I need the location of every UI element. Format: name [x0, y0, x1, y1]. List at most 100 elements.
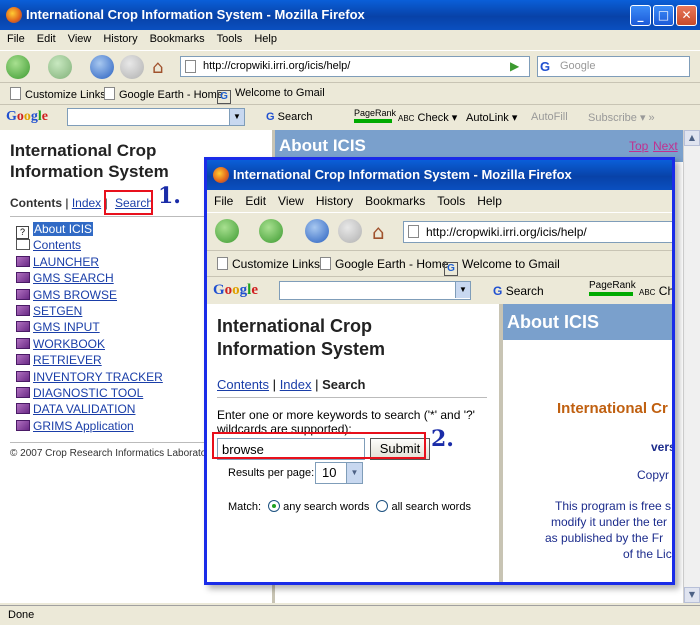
menu-help[interactable]: Help [247, 30, 282, 45]
outer-google-search-input[interactable]: ▼ [67, 108, 245, 126]
autofill-button[interactable]: AutoFill [531, 111, 568, 123]
inner-url-bar[interactable]: http://cropwiki.irri.org/icis/help/ [403, 221, 672, 243]
forward-icon[interactable] [259, 219, 283, 243]
home-icon[interactable]: ⌂ [372, 220, 385, 244]
tree-item-gms-search[interactable]: GMS SEARCH [16, 271, 163, 287]
menu-view[interactable]: View [271, 190, 309, 208]
google-search-button[interactable]: G Search [266, 111, 312, 123]
spell-check-button[interactable]: ABC Check ▾ [398, 111, 457, 124]
tree-item-retriever[interactable]: RETRIEVER [16, 353, 163, 369]
next-link[interactable]: Next [653, 139, 678, 153]
google-logo[interactable]: Google [213, 282, 258, 299]
spell-check-button[interactable]: ABC Check [639, 284, 672, 298]
status-text: Done [8, 609, 35, 621]
google-logo[interactable]: Google [6, 109, 48, 125]
back-icon[interactable] [6, 55, 30, 79]
tree-item-data-validation[interactable]: DATA VALIDATION [16, 402, 163, 418]
back-icon[interactable] [215, 219, 239, 243]
inner-google-search-input[interactable]: ▼ [279, 281, 471, 300]
menu-view[interactable]: View [61, 30, 97, 45]
inner-bookmarks-bar: Customize Links Google Earth - Home G Wel… [207, 250, 672, 276]
nav-index-link[interactable]: Index [72, 196, 101, 210]
menu-file[interactable]: File [207, 190, 238, 208]
inner-menu-bar: File Edit View History Bookmarks Tools Help [207, 190, 672, 212]
outer-url-bar[interactable]: http://cropwiki.irri.org/icis/help/ [180, 56, 530, 77]
match-label: Match: [228, 501, 262, 513]
bookmark-customize-links[interactable]: Customize Links [217, 257, 320, 271]
menu-tools[interactable]: Tools [430, 190, 470, 208]
bookmark-google-earth[interactable]: Google Earth - Home [320, 257, 448, 271]
reload-icon[interactable] [305, 219, 329, 243]
inner-right-para2: modify it under the ter [551, 515, 668, 529]
nav-separator: | [65, 196, 69, 210]
nav-separator: | [315, 377, 319, 392]
tree-item-launcher[interactable]: LAUNCHER [16, 255, 163, 271]
nav-contents[interactable]: Contents [10, 196, 62, 210]
tree-item-inventory-tracker[interactable]: INVENTORY TRACKER [16, 370, 163, 386]
reload-icon[interactable] [90, 55, 114, 79]
match-all-radio[interactable] [376, 500, 389, 512]
menu-file[interactable]: File [0, 30, 30, 45]
maximize-button[interactable]: □ [653, 5, 674, 26]
stop-icon[interactable] [338, 219, 362, 243]
book-icon [16, 419, 30, 431]
menu-history[interactable]: History [96, 30, 142, 45]
chevron-down-icon[interactable]: ▼ [229, 109, 244, 125]
menu-history[interactable]: History [309, 190, 358, 208]
inner-left-title-line1: International Crop [217, 316, 373, 336]
autolink-button[interactable]: AutoLink ▾ [466, 111, 517, 124]
tree-item-gms-browse[interactable]: GMS BROWSE [16, 288, 163, 304]
tree-item-contents[interactable]: Contents [16, 238, 163, 254]
pagerank-indicator: PageRank [354, 108, 396, 123]
nav-index-link[interactable]: Index [280, 377, 312, 392]
bookmark-customize-links[interactable]: Customize Links [10, 87, 106, 101]
bookmark-google-earth[interactable]: Google Earth - Home [104, 87, 223, 101]
book-icon [16, 288, 30, 300]
tree-item-setgen[interactable]: SETGEN [16, 304, 163, 320]
menu-tools[interactable]: Tools [210, 30, 248, 45]
tree-item-about-icis[interactable]: ? About ICIS [16, 222, 163, 239]
match-any-radio[interactable] [268, 500, 281, 512]
subscribe-button[interactable]: Subscribe ▾ » [588, 111, 655, 124]
book-icon [16, 370, 30, 382]
google-search-button[interactable]: G Search [493, 284, 544, 298]
scroll-down-icon[interactable]: ▼ [684, 587, 700, 603]
chevron-down-icon[interactable]: ▼ [455, 282, 470, 298]
go-icon[interactable]: ▶ [510, 59, 519, 73]
inner-right-header: About ICIS [503, 304, 672, 340]
results-per-page-value: 10 [322, 465, 337, 480]
tree-item-gms-input[interactable]: GMS INPUT [16, 320, 163, 336]
minimize-button[interactable]: _ [630, 5, 651, 26]
outer-search-box[interactable]: G Google [537, 56, 690, 77]
chevron-down-icon[interactable]: ▼ [346, 463, 362, 483]
pagerank-indicator: PageRank [589, 280, 636, 296]
menu-bookmarks[interactable]: Bookmarks [143, 30, 210, 45]
nav-separator: | [272, 377, 277, 392]
book-icon [16, 354, 30, 366]
menu-edit[interactable]: Edit [30, 30, 61, 45]
page-icon [217, 257, 228, 270]
status-bar: Done [0, 605, 700, 625]
bookmark-gmail[interactable]: G Welcome to Gmail [217, 87, 325, 104]
tree-item-diagnostic-tool[interactable]: DIAGNOSTIC TOOL [16, 386, 163, 402]
nav-search-current: Search [322, 377, 366, 392]
forward-icon[interactable] [48, 55, 72, 79]
results-per-page-select[interactable]: 10 ▼ [315, 462, 363, 484]
outer-scrollbar[interactable]: ▲ ▼ [683, 130, 700, 603]
menu-edit[interactable]: Edit [238, 190, 271, 208]
close-button[interactable]: ✕ [676, 5, 697, 26]
menu-bookmarks[interactable]: Bookmarks [358, 190, 430, 208]
nav-contents-link[interactable]: Contents [217, 377, 269, 392]
top-link[interactable]: Top [629, 139, 648, 153]
book-icon [16, 337, 30, 349]
tree-item-workbook[interactable]: WORKBOOK [16, 337, 163, 353]
outer-title-bar: International Crop Information System - … [0, 0, 700, 30]
bookmark-gmail[interactable]: G Welcome to Gmail [444, 257, 560, 276]
stop-icon[interactable] [120, 55, 144, 79]
tree-item-grims-application[interactable]: GRIMS Application [16, 419, 163, 435]
menu-help[interactable]: Help [470, 190, 507, 208]
inner-right-para1: This program is free s [555, 499, 672, 513]
inner-window: International Crop Information System - … [204, 157, 675, 585]
scroll-up-icon[interactable]: ▲ [684, 130, 700, 146]
home-icon[interactable]: ⌂ [152, 57, 163, 78]
